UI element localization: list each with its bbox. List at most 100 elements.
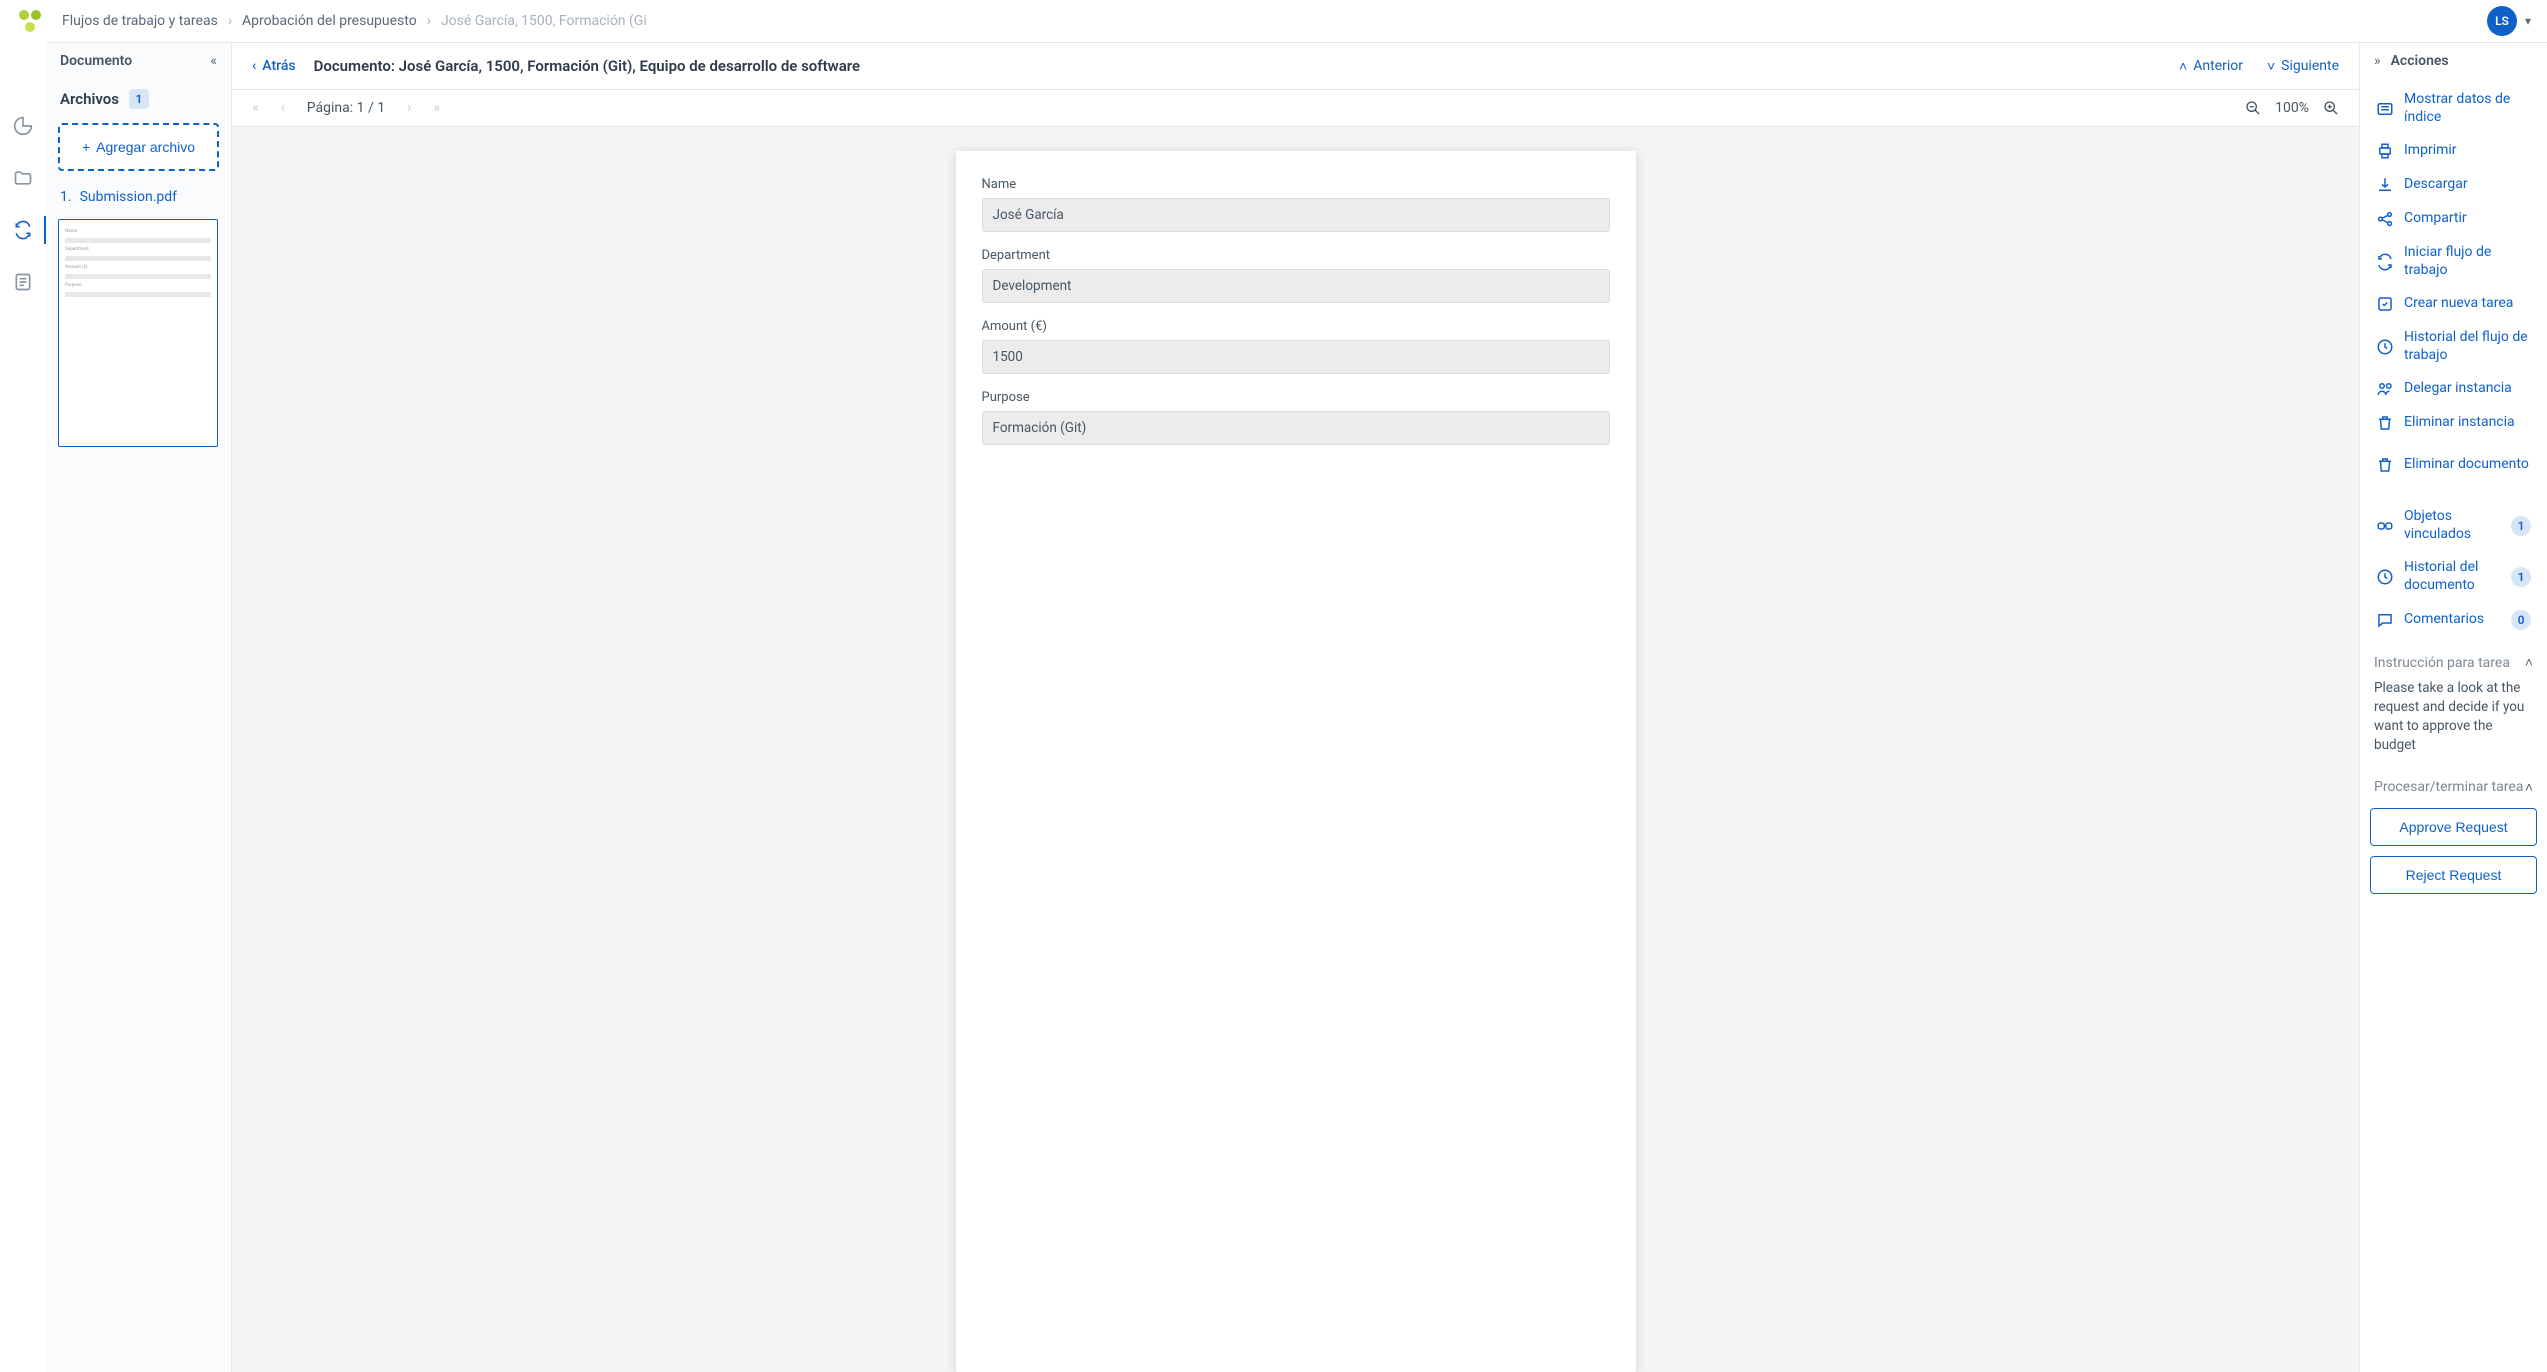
comment-icon — [2376, 611, 2394, 629]
action-share[interactable]: Compartir — [2368, 202, 2539, 236]
chevron-down-icon[interactable]: ▾ — [2525, 14, 2531, 28]
prev-page-button[interactable]: ‹ — [281, 100, 285, 116]
prev-label: Anterior — [2193, 58, 2243, 74]
action-delete-instance[interactable]: Eliminar instancia — [2368, 406, 2539, 440]
zoom-in-button[interactable] — [2323, 100, 2339, 116]
rail-workflow-icon[interactable] — [9, 216, 37, 244]
action-show-index[interactable]: Mostrar datos de índice — [2368, 83, 2539, 134]
action-label: Crear nueva tarea — [2404, 295, 2531, 313]
action-label: Eliminar documento — [2404, 456, 2531, 474]
page-toolbar: « ‹ Página: 1 / 1 › » 100% — [232, 90, 2359, 127]
page-thumbnail[interactable]: Name Department Amount (€) Purpose — [58, 219, 218, 447]
collapse-left-icon[interactable]: « — [210, 53, 217, 69]
reject-button[interactable]: Reject Request — [2370, 856, 2537, 894]
field-value: 1500 — [982, 340, 1610, 374]
actions-list: Mostrar datos de índice Imprimir Descarg… — [2360, 79, 2547, 642]
task-icon — [2376, 295, 2394, 313]
history-icon — [2376, 568, 2394, 586]
action-label: Delegar instancia — [2404, 380, 2531, 398]
rail-chart-icon[interactable] — [9, 112, 37, 140]
action-label: Historial del flujo de trabajo — [2404, 329, 2531, 364]
field-label: Purpose — [982, 390, 1610, 405]
avatar[interactable]: LS — [2487, 6, 2517, 36]
rail-folder-icon[interactable] — [9, 164, 37, 192]
zoom-level: 100% — [2275, 100, 2309, 116]
action-print[interactable]: Imprimir — [2368, 134, 2539, 168]
process-section-header[interactable]: Procesar/terminar tarea ˄ — [2360, 767, 2547, 802]
count-badge: 1 — [2511, 516, 2531, 536]
prev-doc-link[interactable]: ˄ Anterior — [2179, 58, 2243, 75]
back-label: Atrás — [262, 58, 295, 74]
action-label: Comentarios — [2404, 611, 2501, 629]
topbar: Flujos de trabajo y tareas › Aprobación … — [0, 0, 2547, 42]
files-label: Archivos — [60, 90, 119, 108]
action-label: Compartir — [2404, 210, 2531, 228]
right-panel: » Acciones Mostrar datos de índice Impri… — [2359, 42, 2547, 1372]
count-badge: 1 — [2511, 567, 2531, 587]
first-page-button[interactable]: « — [252, 100, 259, 116]
file-index: 1. — [60, 189, 72, 205]
action-start-workflow[interactable]: Iniciar flujo de trabajo — [2368, 236, 2539, 287]
instruction-title: Instrucción para tarea — [2374, 655, 2510, 671]
app-logo[interactable] — [16, 7, 44, 35]
plus-icon: + — [82, 139, 90, 155]
action-workflow-history[interactable]: Historial del flujo de trabajo — [2368, 321, 2539, 372]
action-label: Iniciar flujo de trabajo — [2404, 244, 2531, 279]
rail-forms-icon[interactable] — [9, 268, 37, 296]
action-label: Objetos vinculados — [2404, 508, 2501, 543]
action-label: Eliminar instancia — [2404, 414, 2531, 432]
action-new-task[interactable]: Crear nueva tarea — [2368, 287, 2539, 321]
breadcrumb-item-1[interactable]: Aprobación del presupuesto — [242, 13, 417, 29]
breadcrumb-item-0[interactable]: Flujos de trabajo y tareas — [62, 13, 218, 29]
document-viewport[interactable]: Name José García Department Development … — [232, 127, 2359, 1372]
action-doc-history[interactable]: Historial del documento 1 — [2368, 551, 2539, 602]
form-field-purpose: Purpose Formación (Git) — [982, 390, 1610, 445]
field-value: Development — [982, 269, 1610, 303]
trash-icon — [2376, 414, 2394, 432]
breadcrumb: Flujos de trabajo y tareas › Aprobación … — [62, 13, 647, 29]
left-panel: Documento « Archivos 1 + Agregar archivo… — [46, 42, 232, 1372]
action-comments[interactable]: Comentarios 0 — [2368, 602, 2539, 638]
zoom-out-button[interactable] — [2245, 100, 2261, 116]
chevron-down-icon: ˅ — [2267, 58, 2275, 75]
form-field-name: Name José García — [982, 177, 1610, 232]
back-link[interactable]: ‹ Atrás — [252, 58, 296, 74]
document-page: Name José García Department Development … — [956, 151, 1636, 1372]
action-download[interactable]: Descargar — [2368, 168, 2539, 202]
files-count-badge: 1 — [129, 89, 149, 109]
action-label: Descargar — [2404, 176, 2531, 194]
next-doc-link[interactable]: ˅ Siguiente — [2267, 58, 2339, 75]
expand-right-icon[interactable]: » — [2374, 53, 2381, 69]
action-label: Historial del documento — [2404, 559, 2501, 594]
history-icon — [2376, 338, 2394, 356]
action-linked-objects[interactable]: Objetos vinculados 1 — [2368, 500, 2539, 551]
share-icon — [2376, 210, 2394, 228]
left-panel-title: Documento — [60, 53, 132, 69]
action-delete-document[interactable]: Eliminar documento — [2368, 448, 2539, 482]
chevron-right-icon: › — [427, 13, 431, 29]
download-icon — [2376, 176, 2394, 194]
field-value: José García — [982, 198, 1610, 232]
instruction-section-header[interactable]: Instrucción para tarea ˄ — [2360, 642, 2547, 677]
last-page-button[interactable]: » — [433, 100, 440, 116]
workflow-icon — [2376, 253, 2394, 271]
count-badge: 0 — [2511, 610, 2531, 630]
add-file-label: Agregar archivo — [96, 139, 195, 155]
form-field-department: Department Development — [982, 248, 1610, 303]
approve-button[interactable]: Approve Request — [2370, 808, 2537, 846]
action-label: Imprimir — [2404, 142, 2531, 160]
file-item[interactable]: 1. Submission.pdf — [46, 181, 231, 213]
next-label: Siguiente — [2281, 58, 2339, 74]
action-label: Mostrar datos de índice — [2404, 91, 2531, 126]
delegate-icon — [2376, 380, 2394, 398]
printer-icon — [2376, 142, 2394, 160]
right-panel-title: Acciones — [2391, 53, 2449, 69]
chevron-up-icon[interactable]: ˄ — [2525, 779, 2533, 796]
add-file-button[interactable]: + Agregar archivo — [58, 123, 219, 171]
process-title: Procesar/terminar tarea — [2374, 779, 2523, 795]
next-page-button[interactable]: › — [407, 100, 411, 116]
action-delegate[interactable]: Delegar instancia — [2368, 372, 2539, 406]
chevron-up-icon[interactable]: ˄ — [2525, 654, 2533, 671]
field-value: Formación (Git) — [982, 411, 1610, 445]
link-icon — [2376, 517, 2394, 535]
